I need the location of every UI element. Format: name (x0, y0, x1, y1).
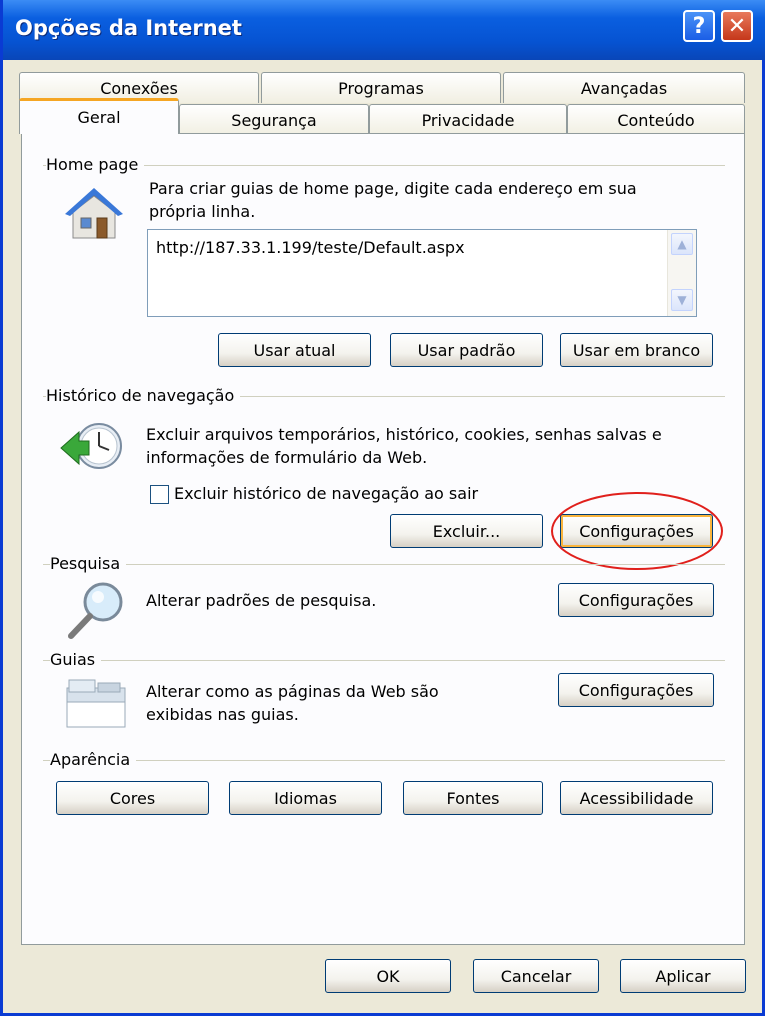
close-button[interactable]: ✕ (721, 10, 753, 42)
textarea-scrollbar[interactable]: ▲ ▼ (667, 230, 696, 316)
help-button[interactable]: ? (683, 10, 715, 42)
appearance-header: Aparência (50, 750, 137, 769)
scroll-up-icon[interactable]: ▲ (671, 233, 693, 255)
colors-button[interactable]: Cores (56, 781, 209, 815)
title-bar[interactable]: Opções da Internet ? ✕ (3, 0, 765, 60)
tab-geral[interactable]: Geral (19, 98, 179, 134)
fonts-button[interactable]: Fontes (403, 781, 543, 815)
scroll-down-icon[interactable]: ▼ (671, 289, 693, 311)
use-blank-button[interactable]: Usar em branco (560, 333, 713, 367)
home-page-divider (43, 165, 725, 166)
appearance-divider (43, 760, 725, 761)
tabs-header: Guias (50, 650, 102, 669)
home-page-url-value: http://187.33.1.199/teste/Default.aspx (156, 238, 465, 257)
close-icon: ✕ (727, 13, 747, 39)
search-header: Pesquisa (50, 554, 127, 573)
ok-button[interactable]: OK (325, 959, 451, 993)
cancel-button[interactable]: Cancelar (473, 959, 599, 993)
home-page-description-line1: Para criar guias de home page, digite ca… (149, 179, 637, 198)
window-title: Opções da Internet (15, 16, 242, 40)
tabs-icon (66, 679, 126, 728)
home-page-header: Home page (46, 155, 145, 174)
home-page-description-line2: própria linha. (149, 202, 256, 221)
tab-programas[interactable]: Programas (261, 72, 501, 103)
tab-avancadas[interactable]: Avançadas (503, 72, 745, 103)
languages-button[interactable]: Idiomas (229, 781, 382, 815)
search-description: Alterar padrões de pesquisa. (146, 591, 377, 610)
search-divider (43, 564, 725, 565)
home-icon (65, 188, 123, 239)
apply-button[interactable]: Aplicar (620, 959, 746, 993)
delete-history-on-exit-label[interactable]: Excluir histórico de navegação ao sair (174, 483, 478, 505)
tabs-divider (43, 660, 725, 661)
tab-privacidade[interactable]: Privacidade (369, 104, 567, 135)
internet-options-window: Opções da Internet ? ✕ Conexões Programa… (0, 0, 765, 1016)
delete-history-on-exit-checkbox[interactable] (150, 485, 169, 504)
help-icon: ? (692, 13, 706, 39)
use-default-button[interactable]: Usar padrão (390, 333, 543, 367)
red-highlight-ellipse (551, 492, 723, 570)
history-description-line1: Excluir arquivos temporários, histórico,… (146, 425, 662, 444)
magnifier-icon (68, 582, 123, 639)
history-header: Histórico de navegação (46, 386, 241, 405)
delete-history-button[interactable]: Excluir... (390, 514, 543, 548)
search-settings-button[interactable]: Configurações (558, 583, 714, 617)
history-clock-icon (60, 423, 122, 469)
accessibility-button[interactable]: Acessibilidade (560, 781, 713, 815)
history-description-line2: informações de formulário da Web. (146, 448, 428, 467)
home-page-url-textarea[interactable]: http://187.33.1.199/teste/Default.aspx ▲… (147, 229, 697, 317)
use-current-button[interactable]: Usar atual (218, 333, 371, 367)
tab-conteudo[interactable]: Conteúdo (567, 104, 745, 135)
tabs-description-line1: Alterar como as páginas da Web são (146, 682, 439, 701)
tab-seguranca[interactable]: Segurança (179, 104, 369, 135)
tabs-settings-button[interactable]: Configurações (558, 673, 714, 707)
tabs-description-line2: exibidas nas guias. (146, 705, 299, 724)
